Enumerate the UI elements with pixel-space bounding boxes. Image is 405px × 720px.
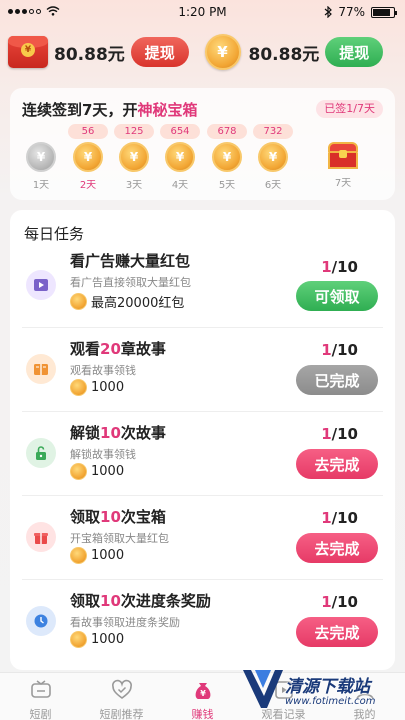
gift-icon — [26, 522, 56, 552]
gold-coin-icon: ¥ — [212, 142, 242, 172]
status-bar: 1:20 PM 77% — [0, 0, 405, 26]
checkin-title: 连续签到7天，开神秘宝箱 — [22, 101, 198, 119]
checkin-card: 连续签到7天，开神秘宝箱 已签1/7天 ¥ 1天 56 ¥ 2天 125 ¥ 3… — [10, 88, 395, 200]
svg-text:¥: ¥ — [200, 689, 206, 698]
bluetooth-icon — [324, 6, 333, 18]
task-progress: 1/10 — [321, 341, 358, 359]
coin-icon — [70, 293, 87, 310]
task-progress: 1/10 — [321, 593, 358, 611]
task-name: 看广告赚大量红包 — [70, 252, 191, 270]
coin-balance: ¥ 80.88元 提现 — [204, 34, 398, 70]
coin-icon — [70, 547, 87, 564]
coin-withdraw-button[interactable]: 提现 — [325, 37, 384, 67]
task-desc: 观看故事领钱 — [70, 364, 136, 377]
task-reward: 1000 — [70, 379, 124, 396]
battery-icon — [371, 6, 397, 18]
task-item: 领取10次进度条奖励 看故事领取进度条奖励 1000 1/10 去完成 — [10, 580, 395, 664]
checkin-day-2[interactable]: 56 ¥ 2天 — [65, 124, 111, 191]
clock-icon — [26, 606, 56, 636]
video-icon — [26, 270, 56, 300]
nav-tab-recommend[interactable]: 短剧推荐 — [81, 673, 162, 720]
task-reward: 1000 — [70, 547, 124, 564]
cash-balance: ¥ 80.88元 提现 — [8, 36, 201, 68]
task-desc: 开宝箱领取大量红包 — [70, 532, 169, 545]
balance-row: ¥ 80.88元 提现 ¥ 80.88元 提现 — [8, 32, 397, 72]
task-reward: 最高20000红包 — [70, 292, 184, 311]
task-progress: 1/10 — [321, 258, 358, 276]
task-desc: 解锁故事领钱 — [70, 448, 136, 461]
task-reward: 1000 — [70, 631, 124, 648]
nav-tab-earn[interactable]: ¥ 赚钱 — [162, 673, 243, 720]
task-completed-button[interactable]: 已完成 — [296, 365, 378, 395]
signed-days-badge: 已签1/7天 — [316, 100, 383, 118]
gold-coin-icon: ¥ — [119, 142, 149, 172]
tasks-title: 每日任务 — [24, 225, 85, 243]
heart-check-icon — [111, 679, 132, 699]
checkin-day-6[interactable]: 732 ¥ 6天 — [250, 124, 296, 191]
task-item: 看广告赚大量红包 看广告直接领取大量红包 最高20000红包 1/10 可领取 — [10, 244, 395, 328]
task-name: 领取10次进度条奖励 — [70, 592, 211, 610]
daily-tasks-card: 每日任务 看广告赚大量红包 看广告直接领取大量红包 最高20000红包 1/10… — [10, 210, 395, 670]
coin-icon — [70, 631, 87, 648]
task-reward: 1000 — [70, 463, 124, 480]
treasure-chest-icon — [326, 142, 360, 170]
task-go-button[interactable]: 去完成 — [296, 449, 378, 479]
task-name: 解锁10次故事 — [70, 424, 166, 442]
red-envelope-icon: ¥ — [8, 36, 48, 68]
task-name: 观看20章故事 — [70, 340, 166, 358]
task-progress: 1/10 — [321, 425, 358, 443]
checkin-day-3[interactable]: 125 ¥ 3天 — [111, 124, 157, 191]
money-bag-icon: ¥ — [195, 683, 210, 699]
silver-coin-icon: ¥ — [26, 142, 56, 172]
tv-icon — [30, 680, 51, 698]
task-name: 领取10次宝箱 — [70, 508, 166, 526]
task-desc: 看故事领取进度条奖励 — [70, 616, 180, 629]
task-go-button[interactable]: 去完成 — [296, 617, 378, 647]
checkin-day-4[interactable]: 654 ¥ 4天 — [157, 124, 203, 191]
checkin-day-5[interactable]: 678 ¥ 5天 — [204, 124, 250, 191]
task-desc: 看广告直接领取大量红包 — [70, 276, 191, 289]
checkin-days: ¥ 1天 56 ¥ 2天 125 ¥ 3天 654 ¥ 4天 678 ¥ 5天 … — [10, 124, 395, 194]
task-progress: 1/10 — [321, 509, 358, 527]
cash-withdraw-button[interactable]: 提现 — [130, 37, 189, 67]
gold-coin-icon: ¥ — [73, 142, 103, 172]
task-go-button[interactable]: 去完成 — [296, 533, 378, 563]
coin-icon — [70, 463, 87, 480]
gold-coin-icon: ¥ — [258, 142, 288, 172]
coin-icon — [70, 379, 87, 396]
watermark-logo-icon — [243, 670, 283, 708]
watermark: 清源下载站 www.fotimeit.com — [241, 666, 391, 716]
nav-tab-drama[interactable]: 短剧 — [0, 673, 81, 720]
checkin-day-1[interactable]: ¥ 1天 — [18, 124, 64, 191]
gold-coin-icon: ¥ — [204, 34, 241, 70]
task-claim-button[interactable]: 可领取 — [296, 281, 378, 311]
coin-amount: 80.88元 — [248, 44, 320, 65]
gold-coin-icon: ¥ — [165, 142, 195, 172]
book-icon — [26, 354, 56, 384]
checkin-day-7[interactable]: 7天 — [320, 124, 366, 189]
unlock-icon — [26, 438, 56, 468]
task-item: 领取10次宝箱 开宝箱领取大量红包 1000 1/10 去完成 — [10, 496, 395, 580]
task-item: 解锁10次故事 解锁故事领钱 1000 1/10 去完成 — [10, 412, 395, 496]
task-item: 观看20章故事 观看故事领钱 1000 1/10 已完成 — [10, 328, 395, 412]
battery-percent: 77% — [338, 5, 365, 19]
cash-amount: 80.88元 — [54, 44, 125, 65]
